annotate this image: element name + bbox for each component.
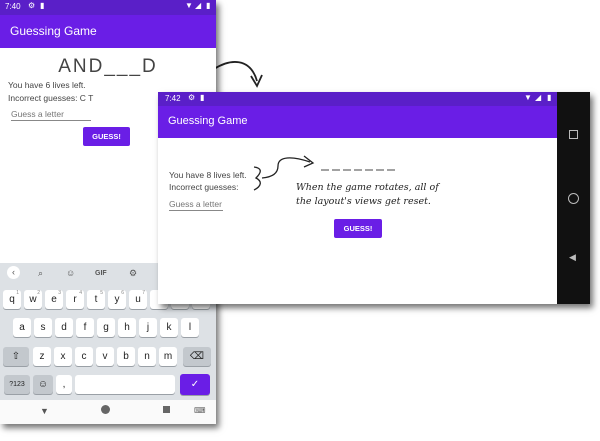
incorrect-guesses-text: Incorrect guesses: (169, 182, 239, 192)
sd-card-icon: ▮ (40, 1, 45, 10)
key-b[interactable]: b (117, 347, 135, 366)
nav-bar: ◀ (557, 92, 590, 304)
key-h[interactable]: h (118, 318, 136, 337)
gif-button[interactable]: GIF (95, 270, 107, 277)
sticker-icon[interactable]: ☺ (66, 268, 75, 278)
secret-word-blanks (321, 160, 401, 178)
guess-input[interactable] (169, 198, 223, 211)
key-v[interactable]: v (96, 347, 114, 366)
back-icon[interactable]: ◀ (569, 252, 576, 263)
back-icon[interactable]: ▼ (40, 406, 49, 416)
comma-key[interactable]: , (56, 375, 72, 394)
annotation-note: When the game rotates, all of the layout… (296, 181, 439, 209)
guess-button[interactable]: GUESS! (83, 127, 130, 146)
home-icon[interactable] (101, 405, 110, 414)
app-title: Guessing Game (168, 115, 248, 127)
status-bar: 7:40 ⚙ ▮ ▼ ◢ ▮ (0, 0, 216, 15)
symbols-key[interactable]: ?123 (4, 375, 30, 394)
key-w[interactable]: 2w (24, 290, 42, 309)
lives-text: You have 8 lives left. (169, 170, 247, 180)
key-k[interactable]: k (160, 318, 178, 337)
key-t[interactable]: 5t (87, 290, 105, 309)
settings-status-icon: ⚙ (188, 93, 196, 102)
key-y[interactable]: 6y (108, 290, 126, 309)
collapse-toolbar-icon[interactable]: ‹ (7, 266, 20, 279)
status-time: 7:42 (165, 94, 181, 103)
space-key[interactable] (75, 375, 175, 394)
enter-key[interactable]: ✓ (180, 374, 210, 395)
emoji-key[interactable]: ☺ (33, 375, 53, 394)
settings-icon[interactable]: ⚙ (129, 268, 137, 279)
search-icon[interactable]: ⌕ (38, 268, 43, 279)
key-f[interactable]: f (76, 318, 94, 337)
key-l[interactable]: l (181, 318, 199, 337)
lives-text: You have 6 lives left. (8, 80, 86, 90)
app-bar: Guessing Game (0, 15, 216, 48)
app-title: Guessing Game (10, 24, 97, 38)
key-s[interactable]: s (34, 318, 52, 337)
status-time: 7:40 (5, 2, 21, 11)
annotation-line-2: the layout's views get reset. (296, 196, 431, 207)
battery-icon: ▮ (547, 93, 552, 102)
key-z[interactable]: z (33, 347, 51, 366)
sd-card-icon: ▮ (200, 93, 205, 102)
home-icon[interactable] (568, 193, 579, 204)
settings-status-icon: ⚙ (28, 1, 36, 10)
signal-icon: ◢ (195, 1, 202, 10)
key-c[interactable]: c (75, 347, 93, 366)
key-x[interactable]: x (54, 347, 72, 366)
key-q[interactable]: 1q (3, 290, 21, 309)
nav-bar: ▼ ⌨ (0, 400, 216, 424)
key-u[interactable]: 7u (129, 290, 147, 309)
recents-icon[interactable] (569, 130, 578, 139)
status-bar: 7:42 ⚙ ▮ ▼ ◢ ▮ (158, 92, 557, 106)
wifi-icon: ▼ (185, 1, 193, 10)
shift-key[interactable]: ⇧ (3, 347, 29, 366)
key-g[interactable]: g (97, 318, 115, 337)
wifi-icon: ▼ (524, 93, 532, 102)
battery-icon: ▮ (206, 1, 211, 10)
incorrect-guesses-text: Incorrect guesses: C T (8, 93, 94, 103)
key-e[interactable]: 3e (45, 290, 63, 309)
key-d[interactable]: d (55, 318, 73, 337)
keyboard-switch-icon[interactable]: ⌨ (194, 406, 206, 415)
key-j[interactable]: j (139, 318, 157, 337)
app-bar: Guessing Game (158, 106, 557, 138)
signal-icon: ◢ (535, 93, 542, 102)
key-r[interactable]: 4r (66, 290, 84, 309)
backspace-key[interactable]: ⌫ (183, 347, 211, 366)
guess-button[interactable]: GUESS! (334, 219, 382, 238)
annotation-line-1: When the game rotates, all of (296, 182, 439, 193)
recents-icon[interactable] (163, 406, 170, 413)
key-m[interactable]: m (159, 347, 177, 366)
guess-input[interactable] (11, 108, 91, 121)
rotation-arrow (213, 61, 263, 88)
secret-word: AND___D (58, 56, 158, 77)
key-a[interactable]: a (13, 318, 31, 337)
key-n[interactable]: n (138, 347, 156, 366)
